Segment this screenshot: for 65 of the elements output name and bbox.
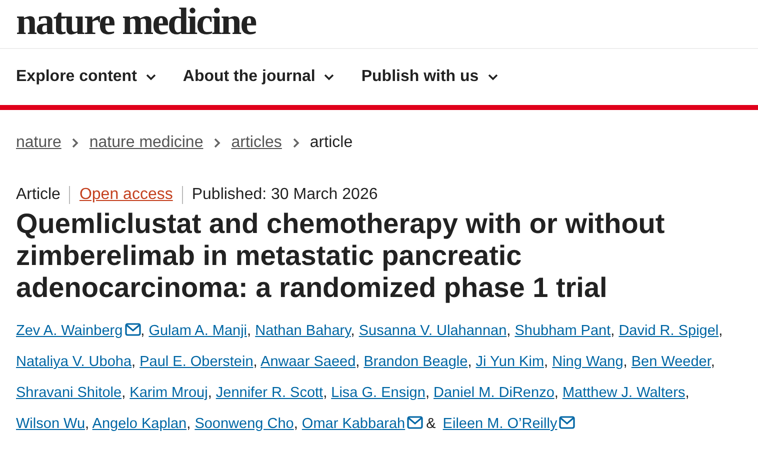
author-separator: , bbox=[356, 354, 360, 370]
author-link[interactable]: Soonweng Cho bbox=[194, 416, 294, 432]
author-separator: , bbox=[122, 385, 126, 401]
author-link[interactable]: David R. Spigel bbox=[618, 323, 719, 339]
author-link[interactable]: Jennifer R. Scott bbox=[216, 385, 324, 401]
author-link[interactable]: Shravani Shitole bbox=[16, 385, 122, 401]
author-separator: , bbox=[140, 323, 145, 339]
open-access-link[interactable]: Open access bbox=[79, 186, 173, 203]
breadcrumb-link[interactable]: articles bbox=[231, 134, 282, 152]
author-link[interactable]: Matthew J. Walters bbox=[562, 385, 686, 401]
breadcrumb-current: article bbox=[310, 134, 353, 152]
author-separator: , bbox=[208, 385, 212, 401]
author-separator: , bbox=[623, 354, 628, 370]
author-separator: , bbox=[506, 323, 511, 339]
email-icon[interactable] bbox=[559, 416, 576, 429]
breadcrumb-link[interactable]: nature bbox=[16, 134, 62, 152]
author-link[interactable]: Daniel M. DiRenzo bbox=[434, 385, 554, 401]
published-date: Published: 30 March 2026 bbox=[182, 186, 387, 204]
author-separator: , bbox=[425, 385, 430, 401]
author-link[interactable]: Gulam A. Manji bbox=[148, 323, 248, 339]
author-separator: , bbox=[610, 323, 615, 339]
author-link[interactable]: Zev A. Wainberg bbox=[16, 323, 141, 339]
author-link[interactable]: Eileen M. O’Reilly bbox=[442, 416, 576, 432]
article-title: Quemliclustat and chemotherapy with or without zimberelimab in metastatic pancreatic adenocarcinoma: a randomized phase 1 trial bbox=[16, 208, 666, 304]
email-icon[interactable] bbox=[124, 323, 141, 336]
journal-logo[interactable]: nature medicine bbox=[0, 0, 272, 48]
chevron-right-icon bbox=[213, 137, 222, 149]
author-link[interactable]: Lisa G. Ensign bbox=[331, 385, 426, 401]
author-separator: , bbox=[710, 354, 715, 370]
author-separator: & bbox=[426, 416, 436, 432]
author-separator: , bbox=[85, 416, 90, 432]
author-separator: , bbox=[544, 354, 548, 370]
author-link[interactable]: Angelo Kaplan bbox=[92, 416, 187, 432]
breadcrumb-link[interactable]: nature medicine bbox=[89, 134, 204, 152]
author-link[interactable]: Anwaar Saeed bbox=[260, 354, 356, 370]
author-link[interactable]: Ning Wang bbox=[552, 354, 624, 370]
author-link[interactable]: Paul E. Oberstein bbox=[140, 354, 254, 370]
author-separator: , bbox=[247, 323, 252, 339]
author-link[interactable]: Karim Mrouj bbox=[130, 385, 208, 401]
nav-menu-button[interactable]: Explore content bbox=[16, 68, 157, 86]
author-separator: , bbox=[323, 385, 328, 401]
author-link[interactable]: Shubham Pant bbox=[514, 323, 611, 339]
author-separator: , bbox=[350, 323, 355, 339]
author-separator: , bbox=[132, 354, 136, 370]
author-link[interactable]: Nathan Bahary bbox=[255, 323, 351, 339]
author-separator: , bbox=[468, 354, 472, 370]
author-link[interactable]: Nataliya V. Uboha bbox=[16, 354, 132, 370]
article-type: Article bbox=[16, 186, 62, 204]
author-separator: , bbox=[718, 323, 723, 339]
author-link[interactable]: Susanna V. Ulahannan bbox=[358, 323, 507, 339]
email-icon[interactable] bbox=[407, 416, 424, 429]
nav-menu-button[interactable]: About the journal bbox=[182, 68, 336, 86]
author-separator: , bbox=[554, 385, 558, 401]
author-separator: , bbox=[186, 416, 191, 432]
chevron-right-icon bbox=[292, 137, 300, 149]
author-separator: , bbox=[685, 385, 690, 401]
author-link[interactable]: Ji Yun Kim bbox=[476, 354, 544, 370]
author-separator: , bbox=[294, 416, 298, 432]
author-link[interactable]: Ben Weeder bbox=[631, 354, 711, 370]
nav-menu-button[interactable]: Publish with us bbox=[361, 68, 499, 86]
author-link[interactable]: Wilson Wu bbox=[16, 416, 86, 432]
author-separator: , bbox=[253, 354, 258, 370]
author-link[interactable]: Omar Kabbarah bbox=[302, 416, 424, 432]
chevron-right-icon bbox=[71, 137, 80, 149]
author-link[interactable]: Brandon Beagle bbox=[364, 354, 468, 370]
